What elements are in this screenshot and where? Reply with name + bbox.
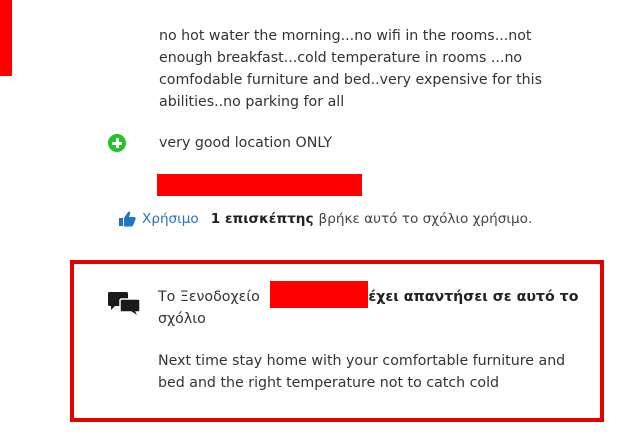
review-positive-text: very good location ONLY xyxy=(159,135,333,151)
helpful-link[interactable]: Χρήσιμο xyxy=(142,211,199,227)
thumbs-up-icon[interactable] xyxy=(117,210,137,228)
redaction-block-hotel-name xyxy=(270,281,368,308)
chat-bubbles-icon xyxy=(108,292,141,315)
review-panel: no hot water the morning...no wifi in th… xyxy=(0,0,625,435)
management-response-body: Next time stay home with your comfortabl… xyxy=(158,353,566,391)
response-header-suffix: σχόλιο xyxy=(158,311,206,327)
response-header-prefix: Το Ξενοδοχείο xyxy=(158,289,260,305)
helpful-count: 1 επισκέπτης xyxy=(210,211,314,227)
response-header-bold: έχει απαντήσει σε αυτό το xyxy=(368,289,579,305)
redaction-block-left xyxy=(0,0,12,76)
helpful-vote-row: Χρήσιμο 1 επισκέπτης βρήκε αυτό το σχόλι… xyxy=(117,208,532,230)
review-negative-text: no hot water the morning...no wifi in th… xyxy=(159,28,542,110)
plus-circle-icon xyxy=(108,134,126,152)
redaction-block-reviewer xyxy=(157,174,362,196)
management-response-header: Το Ξενοδοχείο έχει απαντήσει σε αυτό το … xyxy=(158,286,598,330)
helpful-suffix-text: βρήκε αυτό το σχόλιο χρήσιμο. xyxy=(318,211,533,227)
